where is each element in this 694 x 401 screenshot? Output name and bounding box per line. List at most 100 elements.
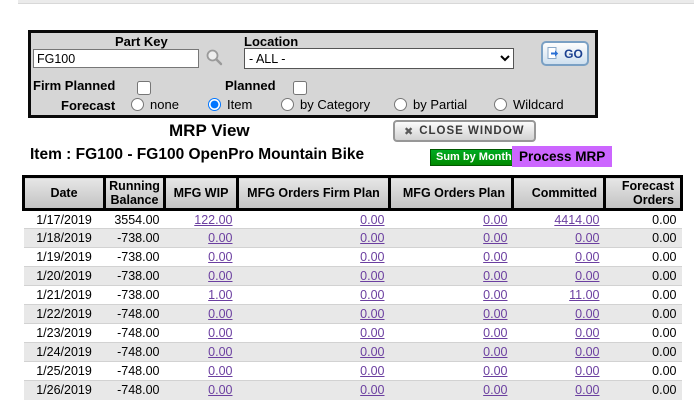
mfg-wip-link[interactable]: 0.00 [208, 326, 232, 340]
mfg-orders-firm-plan-link[interactable]: 0.00 [360, 383, 384, 397]
mfg-wip-link[interactable]: 122.00 [194, 213, 232, 227]
cell-forecast-orders: 0.00 [605, 286, 682, 305]
sum-by-month-button[interactable]: Sum by Month [430, 149, 518, 166]
mfg-wip-link[interactable]: 0.00 [208, 269, 232, 283]
committed-link[interactable]: 0.00 [575, 326, 599, 340]
mfg-orders-firm-plan-link[interactable]: 0.00 [360, 364, 384, 378]
mfg-orders-plan-link[interactable]: 0.00 [483, 288, 507, 302]
firm-planned-checkbox[interactable] [137, 81, 151, 95]
table-row: 1/25/2019-748.000.000.000.000.000.00 [24, 362, 682, 381]
cell-mfg-wip: 0.00 [165, 229, 238, 248]
cell-mfg-orders-plan: 0.00 [390, 267, 513, 286]
mfg-wip-link[interactable]: 0.00 [208, 364, 232, 378]
cell-mfg-orders-firm-plan: 0.00 [238, 343, 390, 362]
mfg-orders-firm-plan-link[interactable]: 0.00 [360, 288, 384, 302]
mfg-orders-plan-link[interactable]: 0.00 [483, 213, 507, 227]
committed-link[interactable]: 4414.00 [554, 213, 599, 227]
cell-forecast-orders: 0.00 [605, 381, 682, 400]
cell-mfg-orders-plan: 0.00 [390, 362, 513, 381]
mfg-orders-firm-plan-link[interactable]: 0.00 [360, 213, 384, 227]
cell-mfg-wip: 0.00 [165, 248, 238, 267]
cell-running-balance: -738.00 [105, 229, 165, 248]
mfg-orders-firm-plan-link[interactable]: 0.00 [360, 307, 384, 321]
cell-committed: 0.00 [513, 267, 605, 286]
mfg-orders-firm-plan-link[interactable]: 0.00 [360, 231, 384, 245]
committed-link[interactable]: 0.00 [575, 250, 599, 264]
forecast-radio[interactable] [131, 98, 144, 111]
cell-date: 1/17/2019 [24, 210, 105, 229]
cell-mfg-orders-plan: 0.00 [390, 343, 513, 362]
mfg-orders-firm-plan-link[interactable]: 0.00 [360, 250, 384, 264]
committed-link[interactable]: 0.00 [575, 364, 599, 378]
cell-mfg-orders-firm-plan: 0.00 [238, 210, 390, 229]
go-button-label: GO [564, 47, 583, 61]
committed-link[interactable]: 0.00 [575, 231, 599, 245]
mrp-table-body: 1/17/20193554.00122.000.000.004414.000.0… [24, 210, 682, 400]
mfg-wip-link[interactable]: 0.00 [208, 307, 232, 321]
cell-mfg-orders-plan: 0.00 [390, 324, 513, 343]
column-header-running-balance: Running Balance [105, 177, 165, 210]
cell-mfg-orders-plan: 0.00 [390, 305, 513, 324]
committed-link[interactable]: 0.00 [575, 383, 599, 397]
close-window-button[interactable]: ✖ CLOSE WINDOW [393, 120, 536, 142]
part-key-input[interactable] [33, 49, 199, 68]
planned-label: Planned [225, 78, 276, 93]
committed-link[interactable]: 0.00 [575, 307, 599, 321]
cell-running-balance: -748.00 [105, 343, 165, 362]
item-heading: Item : FG100 - FG100 OpenPro Mountain Bi… [30, 146, 364, 164]
committed-link[interactable]: 0.00 [575, 345, 599, 359]
forecast-option-label: Wildcard [513, 97, 564, 112]
search-icon[interactable] [203, 47, 225, 69]
table-row: 1/23/2019-748.000.000.000.000.000.00 [24, 324, 682, 343]
cell-committed: 0.00 [513, 362, 605, 381]
mfg-orders-plan-link[interactable]: 0.00 [483, 345, 507, 359]
cell-running-balance: -738.00 [105, 286, 165, 305]
cell-running-balance: -738.00 [105, 267, 165, 286]
column-header-date: Date [24, 177, 105, 210]
cell-forecast-orders: 0.00 [605, 210, 682, 229]
mfg-orders-plan-link[interactable]: 0.00 [483, 326, 507, 340]
go-button[interactable]: GO [541, 41, 589, 66]
mfg-orders-firm-plan-link[interactable]: 0.00 [360, 326, 384, 340]
mfg-orders-plan-link[interactable]: 0.00 [483, 250, 507, 264]
mfg-orders-plan-link[interactable]: 0.00 [483, 231, 507, 245]
cell-mfg-wip: 0.00 [165, 324, 238, 343]
forecast-option-label: by Partial [413, 97, 467, 112]
mfg-orders-plan-link[interactable]: 0.00 [483, 364, 507, 378]
forecast-option-by-category: by Category [281, 97, 370, 112]
cell-mfg-orders-firm-plan: 0.00 [238, 362, 390, 381]
mfg-orders-firm-plan-link[interactable]: 0.00 [360, 269, 384, 283]
mfg-orders-plan-link[interactable]: 0.00 [483, 307, 507, 321]
column-header-mfg-orders-plan: MFG Orders Plan [390, 177, 513, 210]
table-row: 1/21/2019-738.001.000.000.0011.000.00 [24, 286, 682, 305]
table-row: 1/24/2019-748.000.000.000.000.000.00 [24, 343, 682, 362]
cell-mfg-wip: 0.00 [165, 305, 238, 324]
mfg-wip-link[interactable]: 1.00 [208, 288, 232, 302]
forecast-radio[interactable] [394, 98, 407, 111]
planned-checkbox[interactable] [293, 81, 307, 95]
cell-forecast-orders: 0.00 [605, 305, 682, 324]
cell-running-balance: -748.00 [105, 362, 165, 381]
page-title: MRP View [169, 121, 250, 141]
column-header-mfg-wip: MFG WIP [165, 177, 238, 210]
forecast-radio[interactable] [494, 98, 507, 111]
table-row: 1/18/2019-738.000.000.000.000.000.00 [24, 229, 682, 248]
process-mrp-button[interactable]: Process MRP [512, 146, 612, 167]
mfg-wip-link[interactable]: 0.00 [208, 250, 232, 264]
mfg-orders-plan-link[interactable]: 0.00 [483, 269, 507, 283]
forecast-option-label: Item [227, 97, 252, 112]
cell-mfg-wip: 122.00 [165, 210, 238, 229]
location-label: Location [244, 34, 298, 49]
mfg-wip-link[interactable]: 0.00 [208, 231, 232, 245]
mfg-wip-link[interactable]: 0.00 [208, 345, 232, 359]
cell-committed: 4414.00 [513, 210, 605, 229]
mfg-orders-firm-plan-link[interactable]: 0.00 [360, 345, 384, 359]
cell-mfg-orders-firm-plan: 0.00 [238, 324, 390, 343]
forecast-radio[interactable] [208, 98, 221, 111]
mfg-orders-plan-link[interactable]: 0.00 [483, 383, 507, 397]
committed-link[interactable]: 11.00 [569, 288, 599, 302]
forecast-radio[interactable] [281, 98, 294, 111]
location-select[interactable]: - ALL - [244, 48, 514, 69]
committed-link[interactable]: 0.00 [575, 269, 599, 283]
mfg-wip-link[interactable]: 0.00 [208, 383, 232, 397]
